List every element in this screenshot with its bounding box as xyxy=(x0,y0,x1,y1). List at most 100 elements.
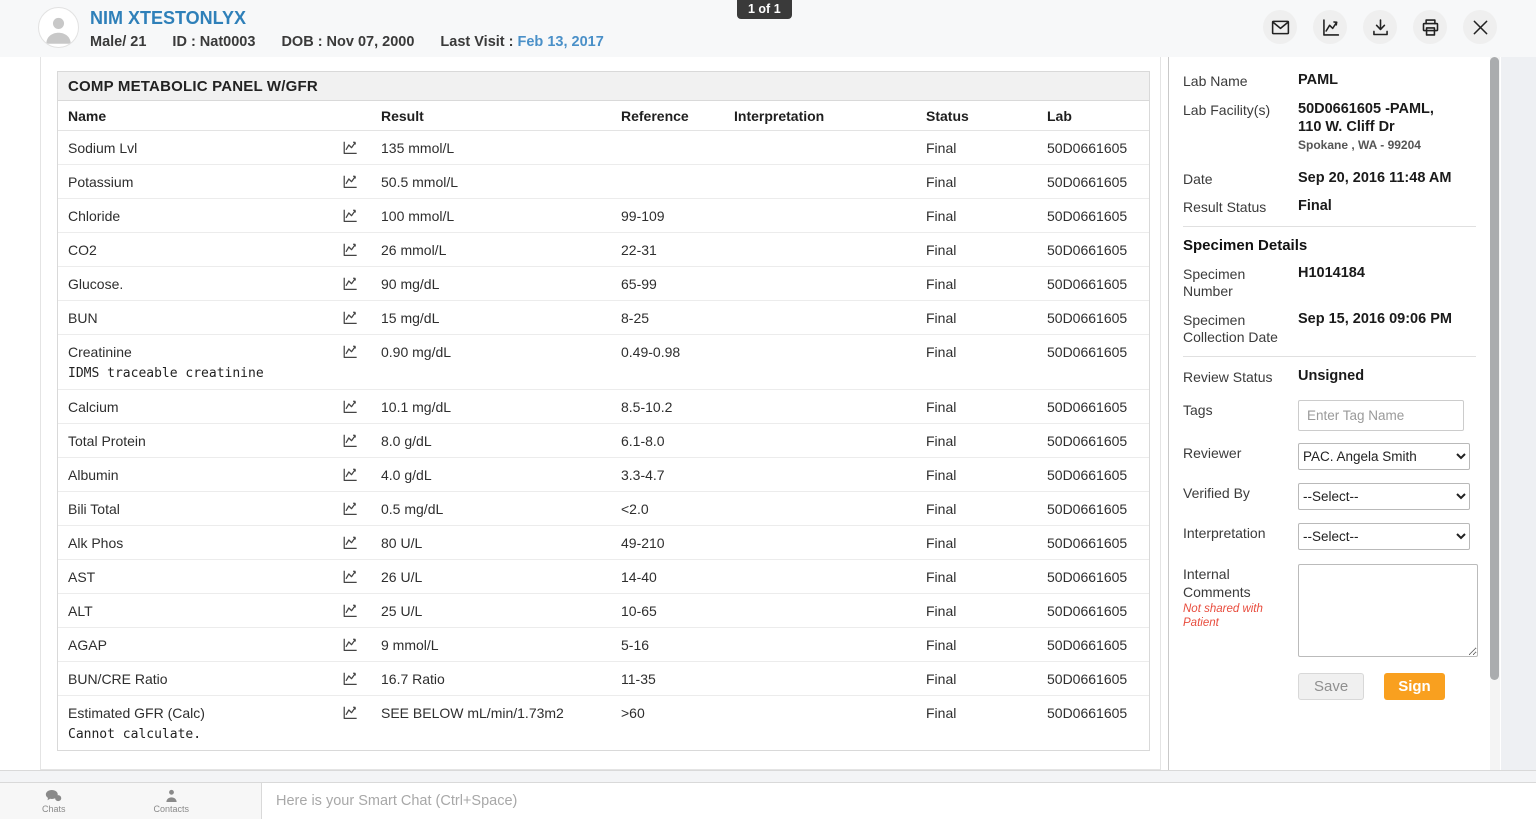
patient-dob: DOB : Nov 07, 2000 xyxy=(281,34,414,50)
result-name: BUN/CRE Ratio xyxy=(68,671,341,687)
result-name: BUN xyxy=(68,310,341,326)
status-value: Final xyxy=(926,705,1047,721)
status-value: Final xyxy=(926,603,1047,619)
sign-button[interactable]: Sign xyxy=(1384,673,1445,700)
vertical-scrollbar[interactable] xyxy=(1490,57,1500,770)
verified-by-label: Verified By xyxy=(1183,483,1298,510)
review-status-row: Review Status Unsigned xyxy=(1183,367,1490,387)
tags-input[interactable] xyxy=(1298,400,1464,431)
lab-id: 50D0661605 xyxy=(1047,174,1149,190)
result-value: 8.0 g/dL xyxy=(381,433,621,449)
table-row: AST 26 U/L 14-40 Final 50D0661605 xyxy=(58,560,1149,594)
table-row: Creatinine 0.90 mg/dL 0.49-0.98 Final 50… xyxy=(58,335,1149,390)
status-value: Final xyxy=(926,140,1047,156)
table-row: Calcium 10.1 mg/dL 8.5-10.2 Final 50D066… xyxy=(58,390,1149,424)
status-value: Final xyxy=(926,637,1047,653)
trend-chart-icon[interactable] xyxy=(341,671,381,687)
table-row: AGAP 9 mmol/L 5-16 Final 50D0661605 xyxy=(58,628,1149,662)
status-value: Final xyxy=(926,501,1047,517)
col-reference: Reference xyxy=(621,108,734,124)
reviewer-select[interactable]: PAC. Angela Smith xyxy=(1298,443,1470,470)
result-value: 90 mg/dL xyxy=(381,276,621,292)
trend-chart-icon[interactable] xyxy=(341,242,381,258)
trend-chart-icon[interactable] xyxy=(341,501,381,517)
result-name: Albumin xyxy=(68,467,341,483)
smart-chat-bar: Chats Contacts xyxy=(0,782,1536,818)
patient-name[interactable]: NIM XTESTONLYX xyxy=(90,8,246,29)
trend-chart-icon[interactable] xyxy=(341,433,381,449)
bottom-divider-strip xyxy=(0,770,1536,782)
contacts-button[interactable]: Contacts xyxy=(154,789,190,814)
trend-chart-icon[interactable] xyxy=(341,637,381,653)
trend-chart-icon[interactable] xyxy=(341,344,381,360)
status-value: Final xyxy=(926,276,1047,292)
result-name: CO2 xyxy=(68,242,341,258)
trend-chart-icon[interactable] xyxy=(341,535,381,551)
result-name: Potassium xyxy=(68,174,341,190)
lab-name-label: Lab Name xyxy=(1183,71,1298,91)
interpretation-select[interactable]: --Select-- xyxy=(1298,523,1470,550)
chat-dock: Chats Contacts xyxy=(0,783,262,819)
lab-id: 50D0661605 xyxy=(1047,399,1149,415)
trend-chart-icon[interactable] xyxy=(341,140,381,156)
status-value: Final xyxy=(926,467,1047,483)
date-row: Date Sep 20, 2016 11:48 AM xyxy=(1183,169,1490,189)
result-value: 16.7 Ratio xyxy=(381,671,621,687)
verified-by-select[interactable]: --Select-- xyxy=(1298,483,1470,510)
lab-id: 50D0661605 xyxy=(1047,501,1149,517)
trend-chart-icon[interactable] xyxy=(341,208,381,224)
lab-name-row: Lab Name PAML xyxy=(1183,71,1490,91)
result-name: Total Protein xyxy=(68,433,341,449)
status-value: Final xyxy=(926,208,1047,224)
result-value: 26 U/L xyxy=(381,569,621,585)
result-value: 80 U/L xyxy=(381,535,621,551)
smart-chat-input[interactable] xyxy=(262,783,1162,819)
result-details-sidebar: Lab Name PAML Lab Facility(s) 50D0661605… xyxy=(1168,57,1490,771)
trend-chart-icon[interactable] xyxy=(341,569,381,585)
chats-button[interactable]: Chats xyxy=(42,789,66,814)
result-value: SEE BELOW mL/min/1.73m2 xyxy=(381,705,621,721)
close-icon[interactable] xyxy=(1463,10,1497,44)
trend-chart-icon[interactable] xyxy=(341,276,381,292)
patient-header: NIM XTESTONLYX Male/ 21 ID : Nat0003 DOB… xyxy=(0,0,1536,57)
download-icon[interactable] xyxy=(1363,10,1397,44)
scrollbar-thumb[interactable] xyxy=(1490,57,1499,680)
trend-chart-icon[interactable] xyxy=(341,705,381,721)
table-row: Bili Total 0.5 mg/dL <2.0 Final 50D06616… xyxy=(58,492,1149,526)
lab-id: 50D0661605 xyxy=(1047,637,1149,653)
not-shared-note: Not shared with Patient xyxy=(1183,603,1298,631)
trend-chart-icon[interactable] xyxy=(1313,10,1347,44)
result-name: AGAP xyxy=(68,637,341,653)
trend-chart-icon[interactable] xyxy=(341,310,381,326)
trend-chart-icon[interactable] xyxy=(341,399,381,415)
table-row: ALT 25 U/L 10-65 Final 50D0661605 xyxy=(58,594,1149,628)
reference-range: 8-25 xyxy=(621,310,734,326)
status-value: Final xyxy=(926,310,1047,326)
result-pager-badge: 1 of 1 xyxy=(737,0,792,19)
trend-chart-icon[interactable] xyxy=(341,603,381,619)
save-button[interactable]: Save xyxy=(1298,673,1364,700)
specimen-number-row: Specimen Number H1014184 xyxy=(1183,264,1490,301)
sidebar-actions: Save Sign xyxy=(1298,673,1490,700)
internal-comments-row: Internal Comments Not shared with Patien… xyxy=(1183,564,1490,657)
result-name: ALT xyxy=(68,603,341,619)
result-value: 135 mmol/L xyxy=(381,140,621,156)
specimen-number-value: H1014184 xyxy=(1298,264,1365,301)
header-action-icons xyxy=(1263,10,1497,44)
divider xyxy=(1183,226,1476,227)
reference-range: 65-99 xyxy=(621,276,734,292)
print-icon[interactable] xyxy=(1413,10,1447,44)
internal-comments-textarea[interactable] xyxy=(1298,564,1478,657)
patient-last-visit: Last Visit : Feb 13, 2017 xyxy=(440,34,603,50)
result-value: 26 mmol/L xyxy=(381,242,621,258)
trend-chart-icon[interactable] xyxy=(341,467,381,483)
page-gutter xyxy=(1501,57,1536,788)
last-visit-link[interactable]: Feb 13, 2017 xyxy=(518,34,604,50)
trend-chart-icon[interactable] xyxy=(341,174,381,190)
mail-icon[interactable] xyxy=(1263,10,1297,44)
result-value: 100 mmol/L xyxy=(381,208,621,224)
status-value: Final xyxy=(926,174,1047,190)
result-name: Glucose. xyxy=(68,276,341,292)
lab-id: 50D0661605 xyxy=(1047,433,1149,449)
table-row: Chloride 100 mmol/L 99-109 Final 50D0661… xyxy=(58,199,1149,233)
